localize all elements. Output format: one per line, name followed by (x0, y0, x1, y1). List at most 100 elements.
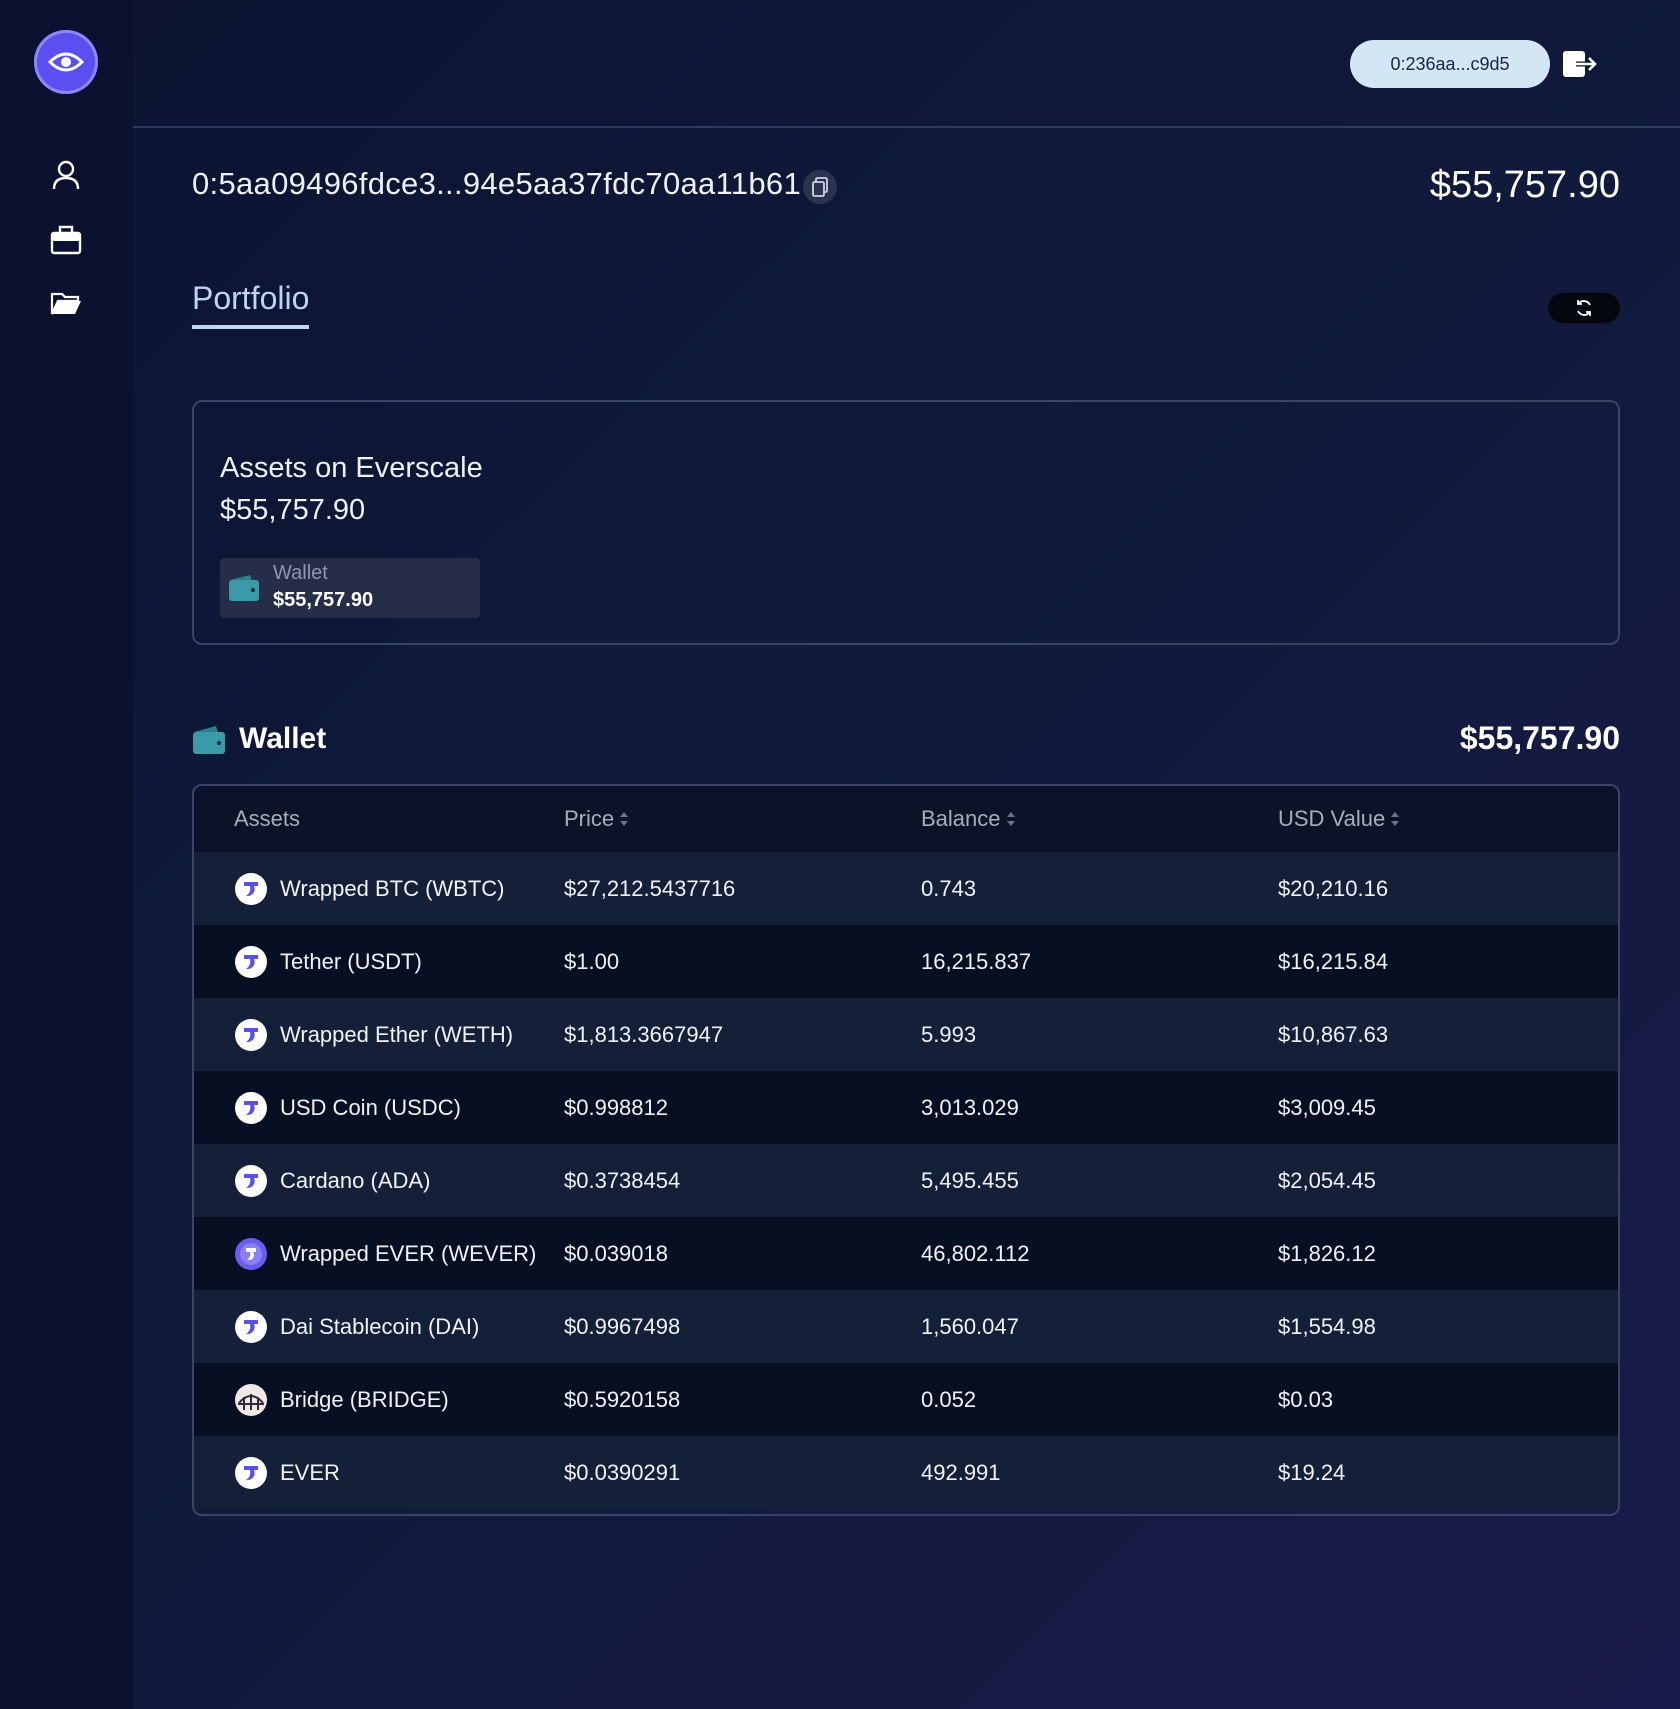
tab-portfolio[interactable]: Portfolio (192, 280, 310, 329)
balance-cell: 1,560.047 (921, 1313, 1019, 1339)
column-label: USD Value (1278, 806, 1386, 831)
price-cell: $0.039018 (564, 1240, 668, 1266)
token-icon (234, 1383, 268, 1417)
balance-cell: 46,802.112 (921, 1240, 1030, 1266)
topbar: 0:236aa...c9d5 (133, 0, 1680, 128)
eye-icon[interactable] (34, 30, 98, 94)
price-cell: $1,813.3667947 (564, 1021, 724, 1047)
asset-name: USD Coin (USDC) (280, 1094, 461, 1120)
folder-icon[interactable] (46, 283, 86, 323)
sidebar (0, 0, 133, 1709)
token-icon (234, 1164, 268, 1198)
account-address-button[interactable]: 0:236aa...c9d5 (1350, 40, 1550, 88)
sort-icon (1390, 811, 1400, 827)
assets-total: $55,757.90 (220, 494, 366, 526)
asset-cell: EVER (234, 1436, 544, 1509)
asset-name: EVER (280, 1459, 340, 1485)
app: 0:236aa...c9d5 0:5aa09496fdce3...94e5aa3… (0, 0, 1680, 1709)
assets-title: Assets on Everscale (220, 452, 483, 484)
wallet-chip-label: Wallet (273, 562, 328, 584)
usd-value-cell: $16,215.84 (1278, 948, 1389, 974)
token-icon (234, 1237, 268, 1271)
asset-cell: Bridge (BRIDGE) (234, 1363, 544, 1436)
table-row[interactable]: Cardano (ADA) $0.3738454 5,495.455 $2,054.4… (194, 1144, 1618, 1217)
asset-name: Tether (USDT) (280, 948, 422, 974)
refresh-button[interactable] (1548, 293, 1620, 323)
usd-value-cell: $1,554.98 (1278, 1313, 1376, 1339)
sort-icon (1006, 811, 1016, 827)
column-header-usd-value[interactable]: USD Value (1278, 806, 1400, 832)
asset-name: Bridge (BRIDGE) (280, 1386, 449, 1412)
logout-icon[interactable] (1560, 44, 1600, 84)
asset-name: Cardano (ADA) (280, 1167, 431, 1193)
token-icon (234, 1091, 268, 1125)
table-row[interactable]: Tether (USDT) $1.00 16,215.837 $16,215.84 (194, 925, 1618, 998)
token-icon (234, 945, 268, 979)
wallet-assets-table: Assets Price Balance USD Value Wrapped B… (192, 784, 1620, 1516)
wallet-total: $55,757.90 (1459, 720, 1620, 756)
usd-value-cell: $0.03 (1278, 1386, 1334, 1412)
price-cell: $0.998812 (564, 1094, 668, 1120)
usd-value-cell: $3,009.45 (1278, 1094, 1376, 1120)
asset-name: Wrapped EVER (WEVER) (280, 1240, 537, 1266)
usd-value-cell: $10,867.63 (1278, 1021, 1389, 1047)
asset-name: Wrapped Ether (WETH) (280, 1021, 514, 1047)
asset-cell: Cardano (ADA) (234, 1144, 544, 1217)
column-label: Price (564, 806, 615, 831)
asset-cell: Wrapped Ether (WETH) (234, 998, 544, 1071)
usd-value-cell: $2,054.45 (1278, 1167, 1376, 1193)
token-icon (234, 872, 268, 906)
asset-name: Wrapped BTC (WBTC) (280, 875, 505, 901)
token-icon (234, 1456, 268, 1490)
copy-icon[interactable] (803, 170, 837, 204)
table-header: Assets Price Balance USD Value (194, 786, 1618, 852)
wallet-chip[interactable]: Wallet $55,757.90 (220, 558, 480, 618)
token-icon (234, 1310, 268, 1344)
column-header-balance[interactable]: Balance (921, 806, 1016, 832)
asset-cell: Wrapped BTC (WBTC) (234, 852, 544, 925)
table-row[interactable]: Dai Stablecoin (DAI) $0.9967498 1,560.047 $… (194, 1290, 1618, 1363)
asset-name: Dai Stablecoin (DAI) (280, 1313, 480, 1339)
price-cell: $0.0390291 (564, 1459, 681, 1485)
refresh-icon (1577, 300, 1591, 316)
balance-cell: 5.993 (921, 1021, 977, 1047)
asset-cell: Wrapped EVER (WEVER) (234, 1217, 544, 1290)
column-header-price[interactable]: Price (564, 806, 629, 832)
table-row[interactable]: Wrapped BTC (WBTC) $27,212.5437716 0.743 $2… (194, 852, 1618, 925)
price-cell: $0.9967498 (564, 1313, 681, 1339)
column-label: Assets (234, 806, 301, 831)
usd-value-cell: $19.24 (1278, 1459, 1346, 1485)
account-address: 0:5aa09496fdce3...94e5aa37fdc70aa11b61 (192, 166, 801, 201)
wallet-chip-value: $55,757.90 (273, 589, 374, 611)
table-row[interactable]: Wrapped Ether (WETH) $1,813.3667947 5.993 $… (194, 998, 1618, 1071)
portfolio-total: $55,757.90 (1429, 164, 1620, 206)
asset-cell: USD Coin (USDC) (234, 1071, 544, 1144)
balance-cell: 0.052 (921, 1386, 977, 1412)
balance-cell: 0.743 (921, 875, 977, 901)
balance-cell: 492.991 (921, 1459, 1001, 1485)
usd-value-cell: $20,210.16 (1278, 875, 1389, 901)
table-row[interactable]: Bridge (BRIDGE) $0.5920158 0.052 $0.03 (194, 1363, 1618, 1436)
user-icon[interactable] (46, 155, 86, 195)
wallet-icon (228, 574, 260, 607)
wallet-title: Wallet (239, 722, 327, 755)
table-row[interactable]: Wrapped EVER (WEVER) $0.039018 46,802.112 $… (194, 1217, 1618, 1290)
balance-cell: 16,215.837 (921, 948, 1032, 974)
assets-summary-card: Assets on Everscale $55,757.90 Wallet $5… (192, 400, 1620, 645)
table-row[interactable]: EVER $0.0390291 492.991 $19.24 (194, 1436, 1618, 1509)
briefcase-icon[interactable] (46, 220, 86, 260)
usd-value-cell: $1,826.12 (1278, 1240, 1376, 1266)
asset-cell: Dai Stablecoin (DAI) (234, 1290, 544, 1363)
table-body: Wrapped BTC (WBTC) $27,212.5437716 0.743 $2… (194, 852, 1618, 1509)
price-cell: $0.5920158 (564, 1386, 681, 1412)
sort-icon (619, 811, 629, 827)
wallet-icon (192, 725, 226, 760)
balance-cell: 5,495.455 (921, 1167, 1019, 1193)
price-cell: $1.00 (564, 948, 620, 974)
token-icon (234, 1018, 268, 1052)
table-row[interactable]: USD Coin (USDC) $0.998812 3,013.029 $3,009.… (194, 1071, 1618, 1144)
price-cell: $0.3738454 (564, 1167, 681, 1193)
price-cell: $27,212.5437716 (564, 875, 736, 901)
column-header-assets: Assets (234, 806, 300, 832)
asset-cell: Tether (USDT) (234, 925, 544, 998)
